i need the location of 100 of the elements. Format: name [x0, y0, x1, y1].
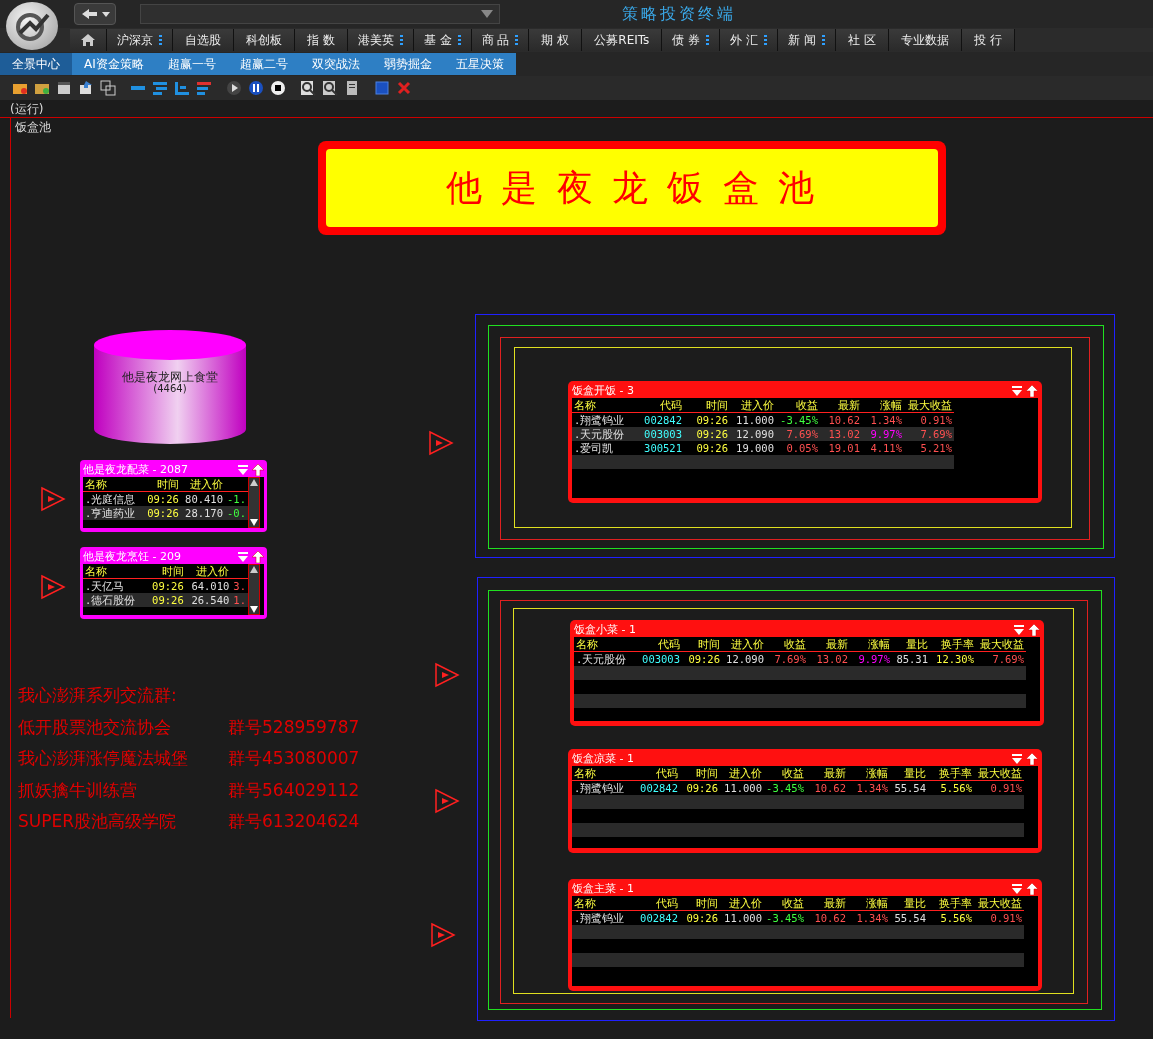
column-header: 收益	[776, 398, 820, 413]
up-arrow-icon[interactable]	[1026, 384, 1038, 397]
group-heading: 我心澎湃系列交流群:	[18, 684, 178, 707]
scroll-up-icon[interactable]	[249, 565, 259, 575]
table-cell: 0.91%	[990, 782, 1022, 794]
column-header: 时间	[680, 766, 720, 781]
column-header: 代码	[632, 896, 680, 911]
column-header: 名称	[83, 564, 148, 579]
scroll-up-icon[interactable]	[249, 478, 259, 488]
scroll-down-icon[interactable]	[249, 517, 259, 527]
back-button[interactable]	[74, 3, 116, 25]
table-cell: .翔鹭钨业	[574, 912, 625, 924]
table-cell: 13.02	[816, 653, 848, 665]
table-cell: 09:26	[696, 414, 728, 426]
document-icon[interactable]	[344, 80, 360, 96]
scrollbar[interactable]	[248, 564, 260, 615]
table-cell: 002842	[640, 782, 678, 794]
table-cell: .天元股份	[574, 428, 625, 440]
app-title: 策略投资终端	[622, 3, 736, 25]
table-cell: 09:26	[152, 580, 184, 592]
scrollbar[interactable]	[248, 477, 260, 528]
table-cell: 11.000	[724, 782, 762, 794]
table-cell: 26.540	[191, 594, 230, 606]
pool-label: 他是夜龙网上食堂	[121, 371, 219, 383]
table-cell: 09:26	[686, 912, 718, 924]
tab[interactable]: 超赢二号	[227, 53, 300, 75]
table-cell: 7.69%	[992, 653, 1024, 665]
table-cell: 10.62	[814, 912, 846, 924]
column-header: 代码	[634, 637, 682, 652]
column-header: 时间	[684, 398, 730, 413]
window-icon[interactable]	[56, 80, 72, 96]
menu-item[interactable]: 社 区	[835, 29, 889, 51]
up-arrow-icon[interactable]	[252, 463, 264, 476]
table-cell: -3.45%	[766, 782, 804, 794]
up-arrow-icon[interactable]	[1026, 882, 1038, 895]
table-cell: 12.090	[736, 428, 774, 440]
menu-item[interactable]: 投 行	[961, 29, 1015, 51]
table-cell: 12.30%	[936, 653, 974, 665]
tab[interactable]: 五星决策	[443, 53, 516, 75]
table-cell: 003003	[644, 428, 682, 440]
column-header: 名称	[83, 477, 144, 492]
filter-icon[interactable]	[1011, 883, 1023, 894]
table-cell: 5.21%	[920, 442, 952, 454]
close-icon[interactable]	[396, 80, 412, 96]
panel-title: 饭盒小菜 - 1	[574, 622, 636, 637]
column-header: 收益	[764, 766, 806, 781]
column-header: 收益	[766, 637, 808, 652]
magnifier-icon[interactable]	[322, 80, 338, 96]
menu-item[interactable]: 自选股	[173, 29, 234, 51]
group-name: 抓妖擒牛训练营	[18, 778, 138, 802]
up-arrow-icon[interactable]	[252, 550, 264, 563]
column-header: 名称	[572, 896, 632, 911]
magnifier-icon[interactable]	[300, 80, 316, 96]
chart-arrow-icon	[14, 11, 50, 41]
caret-icon	[481, 10, 493, 18]
align-icon[interactable]	[174, 80, 190, 96]
filter-icon[interactable]	[1011, 385, 1023, 396]
stop-icon[interactable]	[270, 80, 286, 96]
table-cell: 11.000	[736, 414, 774, 426]
tab[interactable]: 超赢一号	[155, 53, 228, 75]
panel-title: 他是夜龙配菜 - 2087	[83, 462, 188, 477]
table-cell: -3.45%	[766, 912, 804, 924]
tab[interactable]: 弱势掘金	[371, 53, 444, 75]
export-icon[interactable]	[78, 80, 94, 96]
table-cell: .爱司凯	[574, 442, 614, 454]
copy-icon[interactable]	[100, 80, 116, 96]
menu-item[interactable]: 公募REITs	[582, 29, 663, 51]
menu-item[interactable]: 专业数据	[888, 29, 962, 51]
up-arrow-icon[interactable]	[1026, 752, 1038, 765]
filter-icon[interactable]	[1011, 753, 1023, 764]
column-header: 进入价	[722, 637, 766, 652]
menu-item[interactable]: 新 闻	[778, 29, 836, 51]
square-icon[interactable]	[374, 80, 390, 96]
menu-item[interactable]: 期 权	[529, 29, 583, 51]
home-button[interactable]	[70, 29, 107, 51]
menu-item[interactable]: 债 券	[662, 29, 721, 51]
table-cell: 0.05%	[786, 442, 818, 454]
scroll-down-icon[interactable]	[249, 604, 259, 614]
tab[interactable]: AI资金策略	[72, 53, 156, 75]
menu-item[interactable]: 外 汇	[720, 29, 779, 51]
filter-icon[interactable]	[1013, 624, 1025, 635]
menu-item[interactable]: 科创板	[234, 29, 295, 51]
table-cell: 0.91%	[990, 912, 1022, 924]
panel-title: 饭盒凉菜 - 1	[572, 751, 634, 766]
panel-title: 饭盒开饭 - 3	[572, 383, 634, 398]
up-arrow-icon[interactable]	[1028, 623, 1040, 636]
tab[interactable]: 双突战法	[299, 53, 372, 75]
tab[interactable]: 全景中心	[0, 53, 72, 75]
menu-item[interactable]: 指 数	[295, 29, 348, 51]
menu-item[interactable]: 基 金	[413, 29, 472, 51]
align-icon[interactable]	[196, 80, 212, 96]
table-cell: .亨迪药业	[85, 507, 136, 519]
pause-icon[interactable]	[248, 80, 264, 96]
play-icon[interactable]	[226, 80, 242, 96]
align-icon[interactable]	[152, 80, 168, 96]
menu-item[interactable]: 沪深京	[107, 29, 173, 51]
group-name: SUPER股池高级学院	[18, 810, 178, 833]
menu-item[interactable]: 商 品	[471, 29, 530, 51]
panel-title: 他是夜龙烹饪 - 209	[83, 549, 181, 564]
menu-item[interactable]: 港美英	[347, 29, 414, 51]
